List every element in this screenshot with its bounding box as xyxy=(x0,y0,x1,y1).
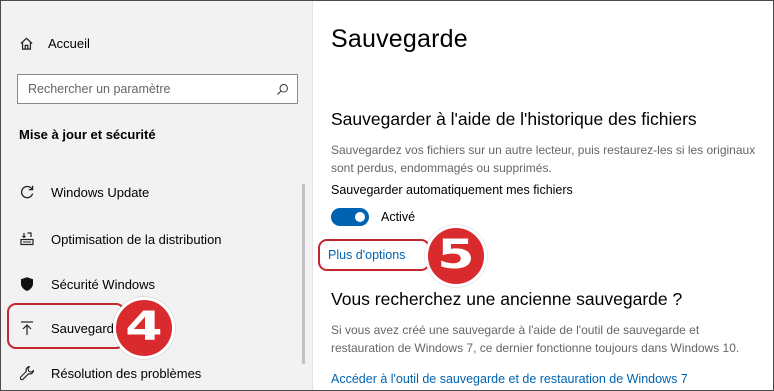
sidebar-item-windows-update[interactable]: Windows Update xyxy=(19,180,149,204)
step-5-badge: 5 xyxy=(425,225,487,287)
sidebar-item-troubleshoot[interactable]: Résolution des problèmes xyxy=(19,361,201,385)
sidebar-item-windows-security[interactable]: Sécurité Windows xyxy=(19,272,155,296)
main-content: Sauvegarde Sauvegarder à l'aide de l'his… xyxy=(313,1,773,390)
sidebar-item-label: Windows Update xyxy=(51,184,150,200)
wrench-icon xyxy=(19,365,35,381)
sidebar-item-delivery-optimization[interactable]: Optimisation de la distribution xyxy=(19,227,222,251)
auto-backup-toggle-row[interactable]: Activé xyxy=(331,208,415,226)
search-box[interactable] xyxy=(17,74,298,104)
win7-backup-tool-link[interactable]: Accéder à l'outil de sauvegarde et de re… xyxy=(331,372,688,386)
file-history-heading: Sauvegarder à l'aide de l'historique des… xyxy=(331,109,697,129)
more-options-link[interactable]: Plus d'options xyxy=(328,248,405,262)
home-label: Accueil xyxy=(48,35,90,51)
old-backup-description: Si vous avez créé une sauvegarde à l'aid… xyxy=(331,323,740,355)
step-4-badge: 4 xyxy=(113,297,175,359)
step-4-number: 4 xyxy=(125,304,163,350)
step-5-number: 5 xyxy=(437,232,475,278)
page-title: Sauvegarde xyxy=(331,25,468,53)
home-nav-item[interactable]: Accueil xyxy=(19,31,90,55)
shield-icon xyxy=(19,276,35,292)
search-input[interactable] xyxy=(28,82,258,96)
delivery-optimization-icon xyxy=(19,231,35,247)
sidebar-item-label: Sécurité Windows xyxy=(51,276,156,292)
old-backup-heading: Vous recherchez une ancienne sauvegarde … xyxy=(331,289,683,309)
sidebar-scrollbar[interactable] xyxy=(302,184,305,364)
auto-backup-toggle[interactable] xyxy=(331,208,369,226)
settings-window: Accueil Mise à jour et sécurité Windows … xyxy=(0,0,774,391)
sidebar-item-label: Résolution des problèmes xyxy=(51,365,202,381)
toggle-state-label: Activé xyxy=(381,210,416,224)
more-options-highlight-callout: Plus d'options xyxy=(318,239,430,271)
backup-highlight-callout xyxy=(7,303,125,349)
refresh-icon xyxy=(19,184,35,200)
file-history-description: Sauvegardez vos fichiers sur un autre le… xyxy=(331,143,756,175)
sidebar-item-label: Optimisation de la distribution xyxy=(51,231,222,247)
section-title: Mise à jour et sécurité xyxy=(19,127,156,142)
auto-backup-label: Sauvegarder automatiquement mes fichiers xyxy=(331,183,573,197)
home-icon xyxy=(20,37,33,50)
search-icon[interactable] xyxy=(276,83,289,96)
